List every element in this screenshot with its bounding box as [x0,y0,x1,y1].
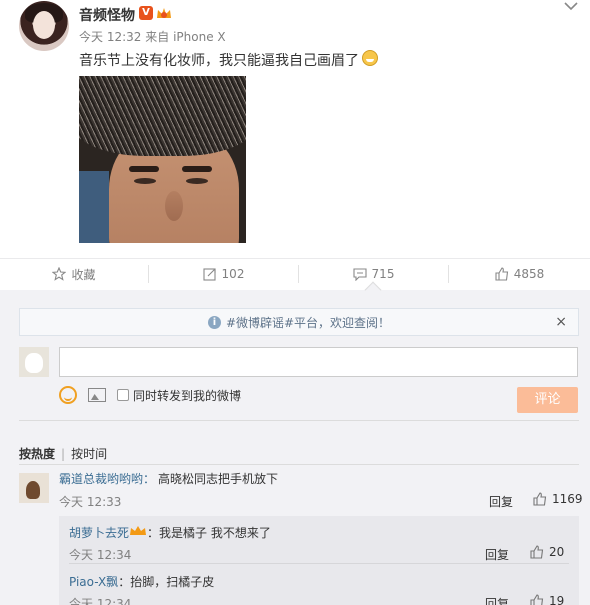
comment-count: 715 [371,267,395,281]
photo-left-eye [134,178,156,184]
photo-right-eye [186,178,208,184]
sort-tabs: 按热度 | 按时间 [19,445,107,462]
comment-icon [352,268,367,281]
comment-input[interactable] [59,347,578,377]
forward-checkbox[interactable] [117,389,129,401]
post-photo[interactable] [79,76,246,243]
notice-text: #微博辟谣#平台，欢迎查阅！ [225,315,391,330]
current-user-avatar [19,347,49,377]
photo-background [79,171,109,243]
thumbs-up-icon [533,492,547,506]
reply-item: Piao-X飘：抬脚，扫橘子皮 [69,573,214,590]
verified-badge-icon: V [139,6,153,20]
reply-like-button[interactable]: 20 [530,545,564,559]
post-action-bar: 收藏 102 715 4858 [0,258,590,288]
photo-hair [79,76,246,156]
reply-author[interactable]: Piao-X飘 [69,575,118,589]
reply-button[interactable]: 回复 [485,546,509,563]
chevron-down-icon[interactable] [562,0,580,12]
thumbs-up-icon [530,594,544,605]
commenter-name[interactable]: 霸道总裁哟哟哟： [59,470,155,487]
repost-button[interactable]: 102 [149,259,298,289]
reply-like-count: 20 [549,545,565,559]
vip-crown-icon [130,526,147,535]
avatar-figure [26,481,40,499]
laughing-emoji-icon [362,50,378,66]
post-time[interactable]: 今天 12:32 [79,30,141,44]
divider [19,464,579,465]
comment-section: i #微博辟谣#平台，欢迎查阅！ × 同时转发到我的微博 评论 按热度 | 按时间 … [0,290,590,605]
comment-like-button[interactable]: 1169 [533,492,583,506]
post-meta: 今天 12:32 来自 iPhone X [79,28,226,45]
repost-count: 102 [221,267,245,281]
photo-left-brow [129,166,159,172]
smile-icon[interactable] [59,386,77,404]
sort-by-hot[interactable]: 按热度 [19,447,55,461]
close-icon[interactable]: × [555,314,567,330]
reply-button[interactable]: 回复 [489,493,513,510]
comment-like-count: 1169 [552,492,583,506]
like-count: 4858 [513,267,545,281]
comment-time: 今天 12:33 [59,495,122,509]
share-icon [202,268,216,281]
thumbs-up-icon [495,267,508,281]
reply-text: ：我是橘子 我不想来了 [147,526,271,540]
author-name[interactable]: 音频怪物 [79,5,135,25]
thumbs-up-icon [530,545,544,559]
info-icon: i [207,315,221,329]
device-source[interactable]: iPhone X [173,30,226,44]
reply-like-button[interactable]: 19 [530,594,564,605]
replies-box: 胡萝卜去死 ：我是橘子 我不想来了 今天 12:34 回复 20 Piao-X飘：… [59,516,579,605]
avatar-dog [25,353,43,373]
divider [19,420,579,421]
reply-button[interactable]: 回复 [485,595,509,605]
divider [69,563,569,564]
reply-time: 今天 12:34 [69,597,132,605]
commenter-avatar[interactable] [19,473,49,503]
reply-item: 胡萝卜去死 ：我是橘子 我不想来了 [69,524,271,541]
reply-like-count: 19 [549,594,565,605]
sort-divider: | [61,447,66,461]
image-icon[interactable] [88,388,106,402]
star-icon [52,267,67,281]
rumor-notice[interactable]: i #微博辟谣#平台，欢迎查阅！ × [19,308,579,336]
like-button[interactable]: 4858 [449,259,590,289]
reply-text: ：抬脚，扫橘子皮 [118,575,215,589]
source-prefix: 来自 [145,30,170,44]
submit-comment-button[interactable]: 评论 [517,387,578,413]
favorite-label: 收藏 [71,267,96,282]
photo-right-brow [182,166,212,172]
favorite-button[interactable]: 收藏 [0,259,148,289]
vip-crown-icon [157,8,171,18]
photo-nose [165,191,183,221]
sort-by-time[interactable]: 按时间 [71,447,107,461]
weibo-post: 音频怪物 V 今天 12:32 来自 iPhone X 音乐节上没有化妆师，我只… [0,0,590,258]
forward-label: 同时转发到我的微博 [133,389,242,403]
comment-text: 高晓松同志把手机放下 [158,472,279,486]
post-text: 音乐节上没有化妆师，我只能逼我自己画眉了 [79,53,359,69]
avatar-face [33,11,55,39]
reply-time: 今天 12:34 [69,548,132,562]
author-avatar[interactable] [19,1,69,51]
reply-author[interactable]: 胡萝卜去死 [69,526,129,540]
